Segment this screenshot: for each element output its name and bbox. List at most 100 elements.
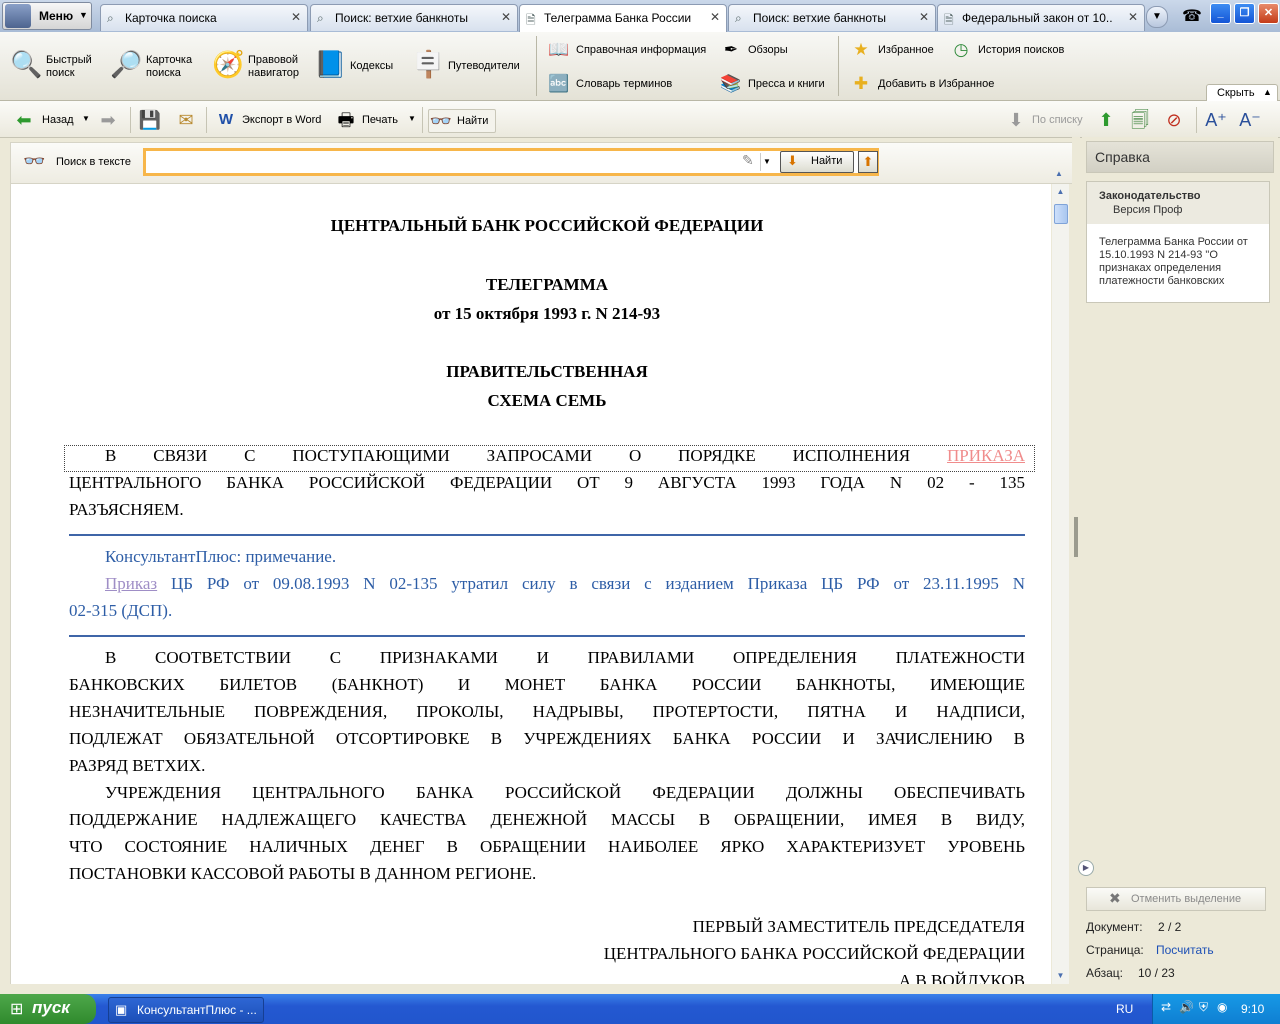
start-button[interactable]: ⊞ пуск — [0, 994, 96, 1024]
eraser-icon[interactable]: ✎ — [742, 152, 754, 169]
chevron-down-icon: ▼ — [408, 114, 416, 123]
star-add-icon: ✚ — [853, 74, 869, 93]
tab-federal-law[interactable]: 🗎 Федеральный закон от 10.... ✕ — [937, 4, 1145, 31]
minimize-button[interactable]: _ — [1210, 3, 1231, 24]
phone-icon[interactable]: ☎ — [1182, 6, 1202, 26]
search-card-button[interactable]: 🔎 Карточка поиска — [110, 42, 200, 92]
glossary-button[interactable]: 🔤 Словарь терминов — [548, 74, 708, 94]
tray-app-icon[interactable]: ◉ — [1217, 1000, 1227, 1014]
count-pages-link[interactable]: Посчитать — [1156, 943, 1214, 957]
export-word-button[interactable]: W Экспорт в Word — [214, 109, 326, 131]
binoculars-icon: 👓 — [23, 151, 46, 171]
close-icon[interactable]: ✕ — [291, 10, 301, 24]
search-card-icon: 🔎 — [110, 49, 143, 79]
codes-button[interactable]: 📘 Кодексы — [314, 42, 400, 92]
help-panel-title: Справка — [1095, 149, 1150, 165]
language-indicator[interactable]: RU — [1116, 1002, 1133, 1016]
volume-icon[interactable]: 🔊 — [1179, 1000, 1194, 1014]
favorites-label: Избранное — [878, 44, 934, 56]
close-icon[interactable]: ✕ — [710, 10, 720, 24]
document-icon: 🗎 — [526, 13, 536, 27]
remove-bookmark-button[interactable]: ⊘ — [1162, 109, 1188, 131]
document-view: ЦЕНТРАЛЬНЫЙ БАНК РОССИЙСКОЙ ФЕДЕРАЦИИ ТЕ… — [10, 184, 1051, 984]
scroll-thumb[interactable] — [1054, 204, 1068, 224]
add-favorites-button[interactable]: ✚ Добавить в Избранное — [850, 74, 1000, 94]
send-button[interactable]: ✉ — [174, 109, 200, 131]
print-label: Печать — [362, 114, 399, 126]
search-history-dropdown[interactable]: ▼ — [760, 153, 773, 171]
save-button[interactable]: 💾 — [138, 109, 164, 131]
favorites-button[interactable]: ★ Избранное — [850, 40, 940, 60]
guides-button[interactable]: 🪧 Путеводители — [412, 42, 532, 92]
expand-panel-icon[interactable]: ▶ — [1078, 860, 1094, 876]
tab-search-results-2[interactable]: ⌕ Поиск: ветхие банкноты ✕ — [728, 4, 936, 31]
find-previous-button[interactable]: ⬆ — [858, 151, 878, 173]
star-icon: ★ — [853, 40, 869, 59]
security-shield-icon[interactable]: ⛨ — [1199, 1000, 1208, 1015]
document-structure-button[interactable]: 🗐 — [1128, 109, 1154, 131]
reference-info-button[interactable]: 📖 Справочная информация — [548, 40, 708, 60]
maximize-button[interactable]: ❐ — [1234, 3, 1255, 24]
app-logo-icon — [5, 4, 31, 28]
magnifier-icon: ⌕ — [317, 11, 324, 25]
font-decrease-button[interactable]: A⁻ — [1238, 109, 1264, 131]
tab-search-results[interactable]: ⌕ Поиск: ветхие банкноты ✕ — [310, 4, 518, 31]
hide-toolbar-button[interactable]: Скрыть ▲ — [1206, 84, 1278, 101]
order-link[interactable]: ПРИКАЗА — [947, 446, 1025, 465]
tab-bar: Меню ▼ ⌕ Карточка поиска ✕ ⌕ Поиск: ветх… — [0, 0, 1280, 33]
tab-telegram[interactable]: 🗎 Телеграмма Банка России о... ✕ — [519, 4, 727, 33]
forward-button[interactable]: ➡ — [96, 109, 124, 131]
separator — [838, 36, 839, 96]
separator — [536, 36, 537, 96]
close-icon[interactable]: ✕ — [919, 10, 929, 24]
reference-info-label: Справочная информация — [576, 44, 707, 56]
network-icon[interactable]: ⇄ — [1161, 1000, 1171, 1014]
glossary-label: Словарь терминов — [576, 78, 673, 90]
clock-icon: ◷ — [953, 40, 969, 59]
scroll-up-icon[interactable]: ▲ — [1052, 184, 1069, 200]
paragraph-text: В СВЯЗИ С ПОСТУПАЮЩИМИ ЗАПРОСАМИ О ПОРЯД… — [105, 446, 911, 465]
arrow-up-icon: ⬆ — [1098, 110, 1114, 130]
page-counter: Страница: Посчитать — [1086, 943, 1214, 957]
find-button[interactable]: ⬇ Найти — [780, 151, 854, 173]
hide-label: Скрыть — [1217, 87, 1255, 99]
help-panel-header[interactable]: Справка — [1086, 141, 1274, 173]
press-books-button[interactable]: 📚 Пресса и книги — [720, 74, 830, 94]
close-icon[interactable]: ✕ — [1128, 10, 1138, 24]
search-input[interactable] — [150, 153, 734, 173]
tab-list-dropdown-button[interactable]: ▼ — [1146, 6, 1168, 28]
cancel-selection-button[interactable]: ✖ Отменить выделение — [1086, 887, 1266, 911]
splitter-grip[interactable] — [1074, 517, 1078, 557]
search-label: Поиск в тексте — [56, 156, 131, 168]
find-toggle-button[interactable]: 👓 Найти — [428, 109, 496, 133]
panel-splitter[interactable] — [1072, 137, 1080, 987]
paragraph-1-line-2: ЦЕНТРАЛЬНОГО БАНКА РОССИЙСКОЙ ФЕДЕРАЦИИ … — [69, 473, 1025, 492]
by-list-button[interactable]: ⬇ По списку — [1004, 109, 1088, 131]
collapse-search-icon[interactable]: ▲ — [1055, 169, 1063, 178]
note-title: КонсультантПлюс: примечание. — [105, 547, 337, 566]
menu-button[interactable]: Меню ▼ — [2, 2, 92, 30]
magnifier-icon: ⌕ — [735, 11, 742, 25]
document-scrollbar[interactable]: ▲ ▼ — [1052, 184, 1069, 984]
quick-search-button[interactable]: 🔍 Быстрый поиск — [10, 42, 100, 92]
reviews-button[interactable]: ✒ Обзоры — [720, 40, 820, 60]
close-window-button[interactable]: ✕ — [1258, 3, 1279, 24]
print-button[interactable]: 🖶 Печать ▼ — [334, 109, 418, 131]
scroll-down-icon[interactable]: ▼ — [1052, 968, 1069, 984]
page-counter-label: Страница: — [1086, 943, 1144, 957]
legal-navigator-button[interactable]: 🧭 Правовой навигатор — [212, 42, 308, 92]
note-line-2: 02-315 (ДСП). — [69, 601, 173, 620]
taskbar-app-label: КонсультантПлюс - ... — [137, 1003, 257, 1017]
tab-search-card[interactable]: ⌕ Карточка поиска ✕ — [100, 4, 308, 31]
font-increase-button[interactable]: A⁺ — [1204, 109, 1230, 131]
close-icon[interactable]: ✕ — [501, 10, 511, 24]
back-button[interactable]: ⬅ Назад ▼ — [12, 109, 92, 131]
books-icon: 📚 — [720, 74, 742, 93]
document-counter: Документ: 2 / 2 — [1086, 920, 1181, 934]
search-history-button[interactable]: ◷ История поисков — [950, 40, 1070, 60]
guides-label: Путеводители — [448, 60, 520, 72]
go-up-button[interactable]: ⬆ — [1094, 109, 1120, 131]
note-order-link[interactable]: Приказ — [105, 574, 157, 593]
signature-line-3: А.В.ВОЙЛУКОВ — [898, 971, 1025, 984]
taskbar-app-item[interactable]: ▣ КонсультантПлюс - ... — [108, 997, 264, 1023]
